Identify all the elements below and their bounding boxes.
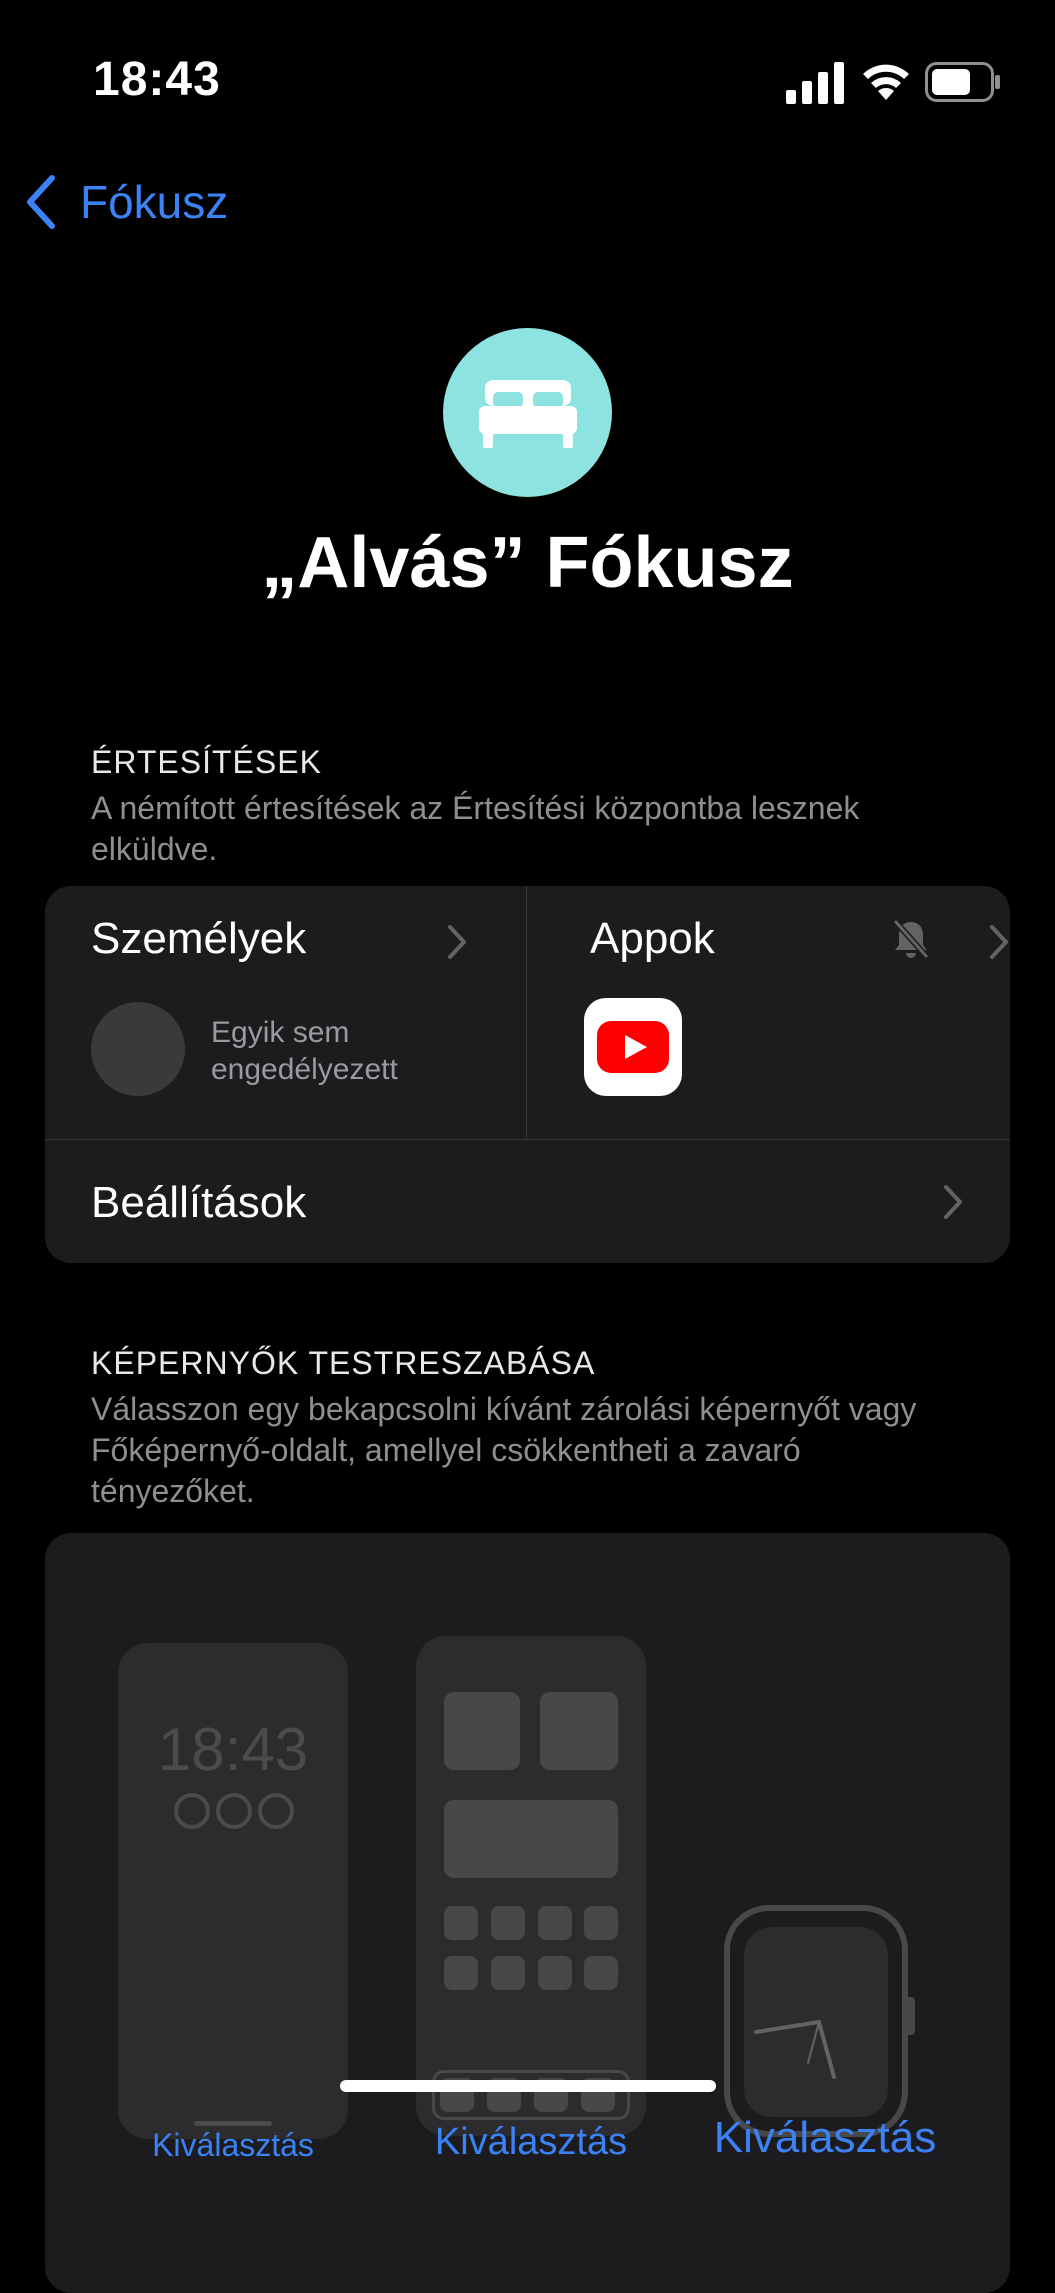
people-label: Személyek — [91, 914, 307, 963]
wifi-icon — [863, 64, 909, 100]
chevron-right-icon — [448, 925, 466, 959]
watch-icon[interactable] — [724, 1905, 917, 2137]
bell-slash-icon — [892, 919, 930, 959]
widget-tile — [444, 1800, 618, 1878]
chevron-left-icon — [27, 175, 55, 229]
watch-pick-button[interactable]: Kiválasztás — [695, 2113, 955, 2163]
lock-preview-widgets — [174, 1793, 294, 1829]
app-tile — [491, 1906, 525, 1940]
app-tile — [444, 1956, 478, 1990]
widget-tile — [444, 1692, 520, 1770]
screens-section-title: KÉPERNYŐK TESTRESZABÁSA — [91, 1345, 596, 1381]
app-tile — [491, 1956, 525, 1990]
signal-icon — [786, 62, 844, 104]
status-time: 18:43 — [93, 53, 221, 106]
youtube-icon — [597, 1021, 669, 1073]
screens-card: 18:43 Kiválasztás Kiválasztás Kiválasztá… — [45, 1533, 1010, 2293]
notifications-card: Személyek Egyik sem engedélyezett Appok … — [45, 886, 1010, 1263]
avatar-placeholder — [91, 1002, 185, 1096]
people-cell[interactable]: Személyek Egyik sem engedélyezett — [45, 886, 526, 1139]
home-preview-dock — [432, 2070, 630, 2120]
people-none-text: Egyik sem engedélyezett — [211, 1016, 398, 1086]
apps-label: Appok — [590, 914, 715, 963]
page-title: „Alvás” Fókusz — [261, 523, 794, 603]
lock-screen-pick-button[interactable]: Kiválasztás — [108, 2127, 358, 2164]
home-indicator[interactable] — [340, 2080, 716, 2092]
screens-section-subtitle: Válasszon egy bekapcsolni kívánt zárolás… — [91, 1391, 917, 1509]
bed-icon — [478, 379, 577, 448]
lock-preview-home-bar — [194, 2121, 272, 2126]
app-tile — [444, 1906, 478, 1940]
app-tile — [584, 1906, 618, 1940]
settings-row[interactable]: Beállítások — [45, 1140, 1010, 1263]
notifications-section-title: ÉRTESÍTÉSEK — [91, 744, 322, 780]
settings-label: Beállítások — [91, 1178, 307, 1227]
chevron-right-icon — [990, 925, 1008, 959]
app-tile — [538, 1956, 572, 1990]
sleep-focus-icon — [443, 328, 612, 497]
app-tile — [538, 1906, 572, 1940]
apps-cell[interactable]: Appok — [527, 886, 1010, 1139]
notifications-section-subtitle: A némított értesítések az Értesítési köz… — [91, 790, 860, 867]
battery-icon — [925, 62, 1000, 102]
app-tile — [584, 1956, 618, 1990]
youtube-app-icon — [584, 998, 682, 1096]
back-label: Fókusz — [80, 176, 229, 228]
chevron-right-icon — [944, 1185, 962, 1219]
widget-tile — [540, 1692, 618, 1770]
home-screen-pick-button[interactable]: Kiválasztás — [401, 2121, 661, 2164]
home-screen-preview[interactable] — [416, 1636, 646, 2136]
lock-preview-time: 18:43 — [157, 1716, 309, 1783]
lock-screen-preview[interactable]: 18:43 — [118, 1643, 348, 2139]
back-button[interactable]: Fókusz — [22, 172, 228, 232]
